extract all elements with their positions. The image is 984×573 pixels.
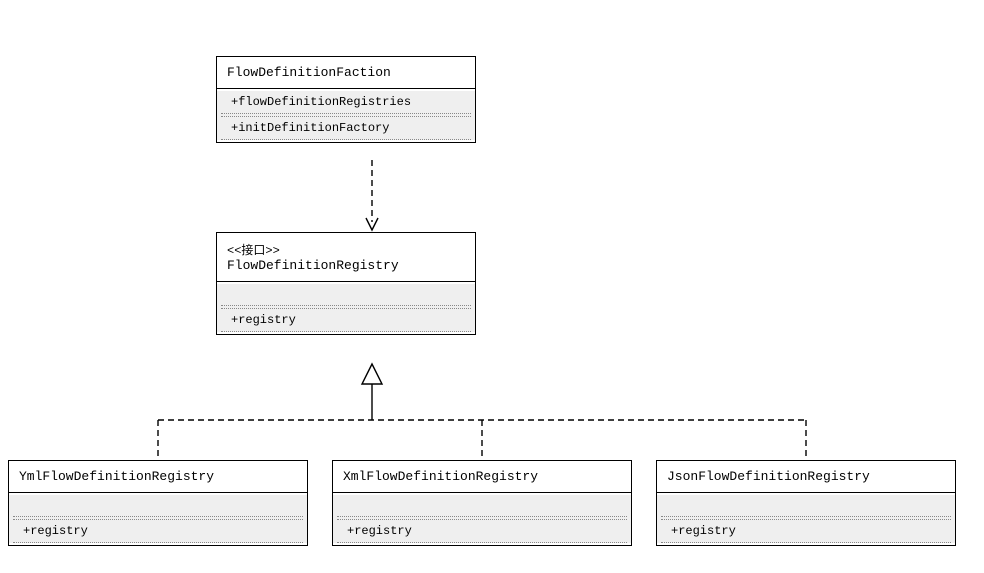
attributes-compartment: +registry — [9, 495, 307, 543]
dependency-arrowhead — [366, 218, 378, 230]
class-name-section: <<接口>> FlowDefinitionRegistry — [217, 233, 475, 282]
class-registry-interface: <<接口>> FlowDefinitionRegistry +registry — [216, 232, 476, 335]
class-json: JsonFlowDefinitionRegistry +registry — [656, 460, 956, 546]
class-name: FlowDefinitionFaction — [227, 65, 391, 80]
operation: +registry — [347, 523, 617, 539]
attributes-compartment: +registry — [657, 495, 955, 543]
class-name: FlowDefinitionRegistry — [227, 258, 399, 273]
attributes-compartment: +registry — [217, 284, 475, 332]
operation: +registry — [231, 312, 461, 328]
realization-arrowhead — [362, 364, 382, 384]
class-name: XmlFlowDefinitionRegistry — [343, 469, 538, 484]
class-name: YmlFlowDefinitionRegistry — [19, 469, 214, 484]
attributes-compartment: +flowDefinitionRegistries +initDefinitio… — [217, 91, 475, 140]
operation: +registry — [671, 523, 941, 539]
class-yml: YmlFlowDefinitionRegistry +registry — [8, 460, 308, 546]
attribute: +flowDefinitionRegistries — [231, 94, 461, 110]
class-name-section: YmlFlowDefinitionRegistry — [9, 461, 307, 493]
attributes-compartment: +registry — [333, 495, 631, 543]
class-name-section: XmlFlowDefinitionRegistry — [333, 461, 631, 493]
class-faction: FlowDefinitionFaction +flowDefinitionReg… — [216, 56, 476, 143]
class-name-section: JsonFlowDefinitionRegistry — [657, 461, 955, 493]
class-name: JsonFlowDefinitionRegistry — [667, 469, 870, 484]
stereotype: <<接口>> — [227, 241, 465, 258]
class-xml: XmlFlowDefinitionRegistry +registry — [332, 460, 632, 546]
class-name-section: FlowDefinitionFaction — [217, 57, 475, 89]
operation: +registry — [23, 523, 293, 539]
operation: +initDefinitionFactory — [231, 120, 461, 136]
